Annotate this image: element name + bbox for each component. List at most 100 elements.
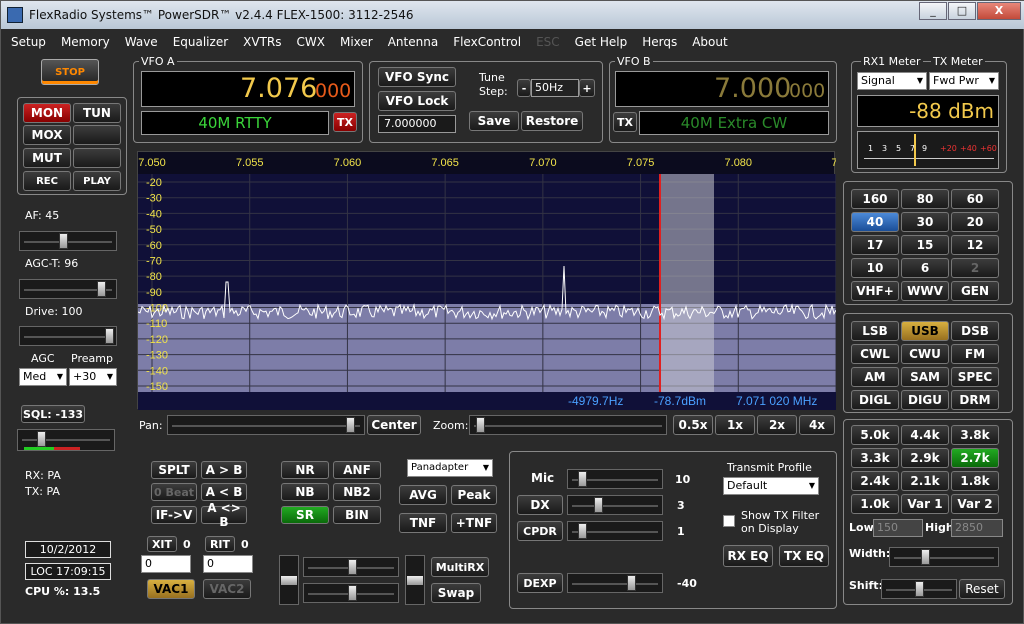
filter-button-var-1[interactable]: Var 1 bbox=[901, 494, 949, 514]
menu-mixer[interactable]: Mixer bbox=[340, 31, 373, 53]
maximize-button[interactable]: □ bbox=[948, 2, 976, 20]
agct-slider[interactable] bbox=[19, 279, 117, 299]
save-button[interactable]: Save bbox=[469, 111, 519, 131]
mic-slider[interactable] bbox=[567, 469, 663, 489]
rit-button[interactable]: RIT bbox=[205, 536, 235, 552]
pan-slider[interactable] bbox=[167, 415, 365, 435]
plus-tnf-button[interactable]: +TNF bbox=[451, 513, 497, 533]
tune-step-value[interactable]: 50Hz bbox=[531, 79, 579, 97]
if-to-v-button[interactable]: IF->V bbox=[151, 506, 197, 524]
menu-about[interactable]: About bbox=[692, 31, 727, 53]
vfo-b-frequency[interactable]: 7.000 000 bbox=[615, 71, 829, 107]
vfo-lock-button[interactable]: VFO Lock bbox=[378, 91, 456, 111]
agct-thumb[interactable] bbox=[96, 281, 106, 297]
center-button[interactable]: Center bbox=[367, 415, 421, 435]
menu-memory[interactable]: Memory bbox=[61, 31, 110, 53]
af-slider[interactable] bbox=[19, 231, 117, 251]
menu-flexcontrol[interactable]: FlexControl bbox=[453, 31, 521, 53]
mode-button-usb[interactable]: USB bbox=[901, 321, 949, 341]
vfo-a-frequency[interactable]: 7.076 000 bbox=[141, 71, 355, 107]
cpdr-button[interactable]: CPDR bbox=[517, 521, 563, 541]
zoom-thumb[interactable] bbox=[475, 417, 485, 433]
dx-slider[interactable] bbox=[567, 495, 663, 515]
filter-button-2-7k[interactable]: 2.7k bbox=[951, 448, 999, 468]
tx-eq-button[interactable]: TX EQ bbox=[779, 545, 829, 567]
band-button-80[interactable]: 80 bbox=[901, 189, 949, 209]
mode-button-dsb[interactable]: DSB bbox=[951, 321, 999, 341]
nb2-button[interactable]: NB2 bbox=[333, 483, 381, 501]
close-button[interactable]: X bbox=[977, 2, 1021, 20]
zoom-0.5x-button[interactable]: 0.5x bbox=[673, 415, 713, 435]
width-slider[interactable] bbox=[889, 547, 999, 567]
sql-thumb[interactable] bbox=[36, 431, 46, 447]
mox-button[interactable]: MOX bbox=[23, 125, 71, 145]
mode-button-cwu[interactable]: CWU bbox=[901, 344, 949, 364]
band-button-vhf-[interactable]: VHF+ bbox=[851, 281, 899, 301]
zero-beat-button[interactable]: 0 Beat bbox=[151, 483, 197, 501]
mode-button-drm[interactable]: DRM bbox=[951, 390, 999, 410]
minimize-button[interactable]: _ bbox=[919, 2, 947, 20]
menu-cwx[interactable]: CWX bbox=[297, 31, 325, 53]
af-thumb[interactable] bbox=[59, 233, 69, 249]
band-button-30[interactable]: 30 bbox=[901, 212, 949, 232]
shift-thumb[interactable] bbox=[914, 581, 924, 597]
filter-button-var-2[interactable]: Var 2 bbox=[951, 494, 999, 514]
restore-button[interactable]: Restore bbox=[521, 111, 583, 131]
menu-setup[interactable]: Setup bbox=[11, 31, 46, 53]
menu-esc[interactable]: ESC bbox=[536, 31, 560, 53]
pan-thumb[interactable] bbox=[345, 417, 355, 433]
split-button[interactable]: SPLT bbox=[151, 461, 197, 479]
vac1-button[interactable]: VAC1 bbox=[147, 579, 195, 599]
mode-button-digl[interactable]: DIGL bbox=[851, 390, 899, 410]
stop-button[interactable]: STOP bbox=[41, 59, 99, 85]
rx-meter-select[interactable]: Signal bbox=[857, 72, 927, 90]
xit-button[interactable]: XIT bbox=[147, 536, 177, 552]
mut-button[interactable]: MUT bbox=[23, 148, 71, 168]
tnf-button[interactable]: TNF bbox=[399, 513, 447, 533]
rx-vertical-slider-2[interactable] bbox=[405, 555, 425, 605]
spectrum-display[interactable]: 7.050 7.055 7.060 7.065 7.070 7.075 7.080 7. -20… bbox=[137, 151, 841, 410]
shift-slider[interactable] bbox=[881, 579, 957, 599]
bin-button[interactable]: BIN bbox=[333, 506, 381, 524]
filter-button-2-9k[interactable]: 2.9k bbox=[901, 448, 949, 468]
peak-button[interactable]: Peak bbox=[451, 485, 497, 505]
avg-button[interactable]: AVG bbox=[399, 485, 447, 505]
vfo-sync-button[interactable]: VFO Sync bbox=[378, 67, 456, 87]
rx2-af-thumb[interactable] bbox=[348, 559, 357, 575]
rx2-pan-thumb[interactable] bbox=[348, 585, 357, 601]
band-button-20[interactable]: 20 bbox=[951, 212, 999, 232]
sql-slider[interactable] bbox=[17, 429, 115, 451]
mode-button-digu[interactable]: DIGU bbox=[901, 390, 949, 410]
band-button-17[interactable]: 17 bbox=[851, 235, 899, 255]
filter-high-input[interactable]: 2850 bbox=[951, 519, 1003, 537]
tx-profile-select[interactable]: Default bbox=[723, 477, 819, 495]
show-tx-filter-checkbox[interactable] bbox=[723, 515, 735, 527]
tx-meter-select[interactable]: Fwd Pwr bbox=[929, 72, 999, 90]
menu-xvtrs[interactable]: XVTRs bbox=[243, 31, 281, 53]
play-button[interactable]: PLAY bbox=[73, 171, 121, 191]
multirx-button[interactable]: MultiRX bbox=[431, 557, 489, 577]
band-button-2[interactable]: 2 bbox=[951, 258, 999, 278]
dexp-thumb[interactable] bbox=[626, 575, 636, 591]
mode-button-am[interactable]: AM bbox=[851, 367, 899, 387]
preamp-select[interactable]: +30 bbox=[69, 368, 117, 386]
band-button-160[interactable]: 160 bbox=[851, 189, 899, 209]
rx2-af-slider[interactable] bbox=[303, 557, 399, 577]
band-button-10[interactable]: 10 bbox=[851, 258, 899, 278]
menu-equalizer[interactable]: Equalizer bbox=[173, 31, 228, 53]
mode-button-lsb[interactable]: LSB bbox=[851, 321, 899, 341]
filter-button-1-8k[interactable]: 1.8k bbox=[951, 471, 999, 491]
a-to-b-button[interactable]: A > B bbox=[201, 461, 247, 479]
rx-vertical-slider-1[interactable] bbox=[279, 555, 299, 605]
nr-button[interactable]: NR bbox=[281, 461, 329, 479]
filter-low-input[interactable]: 150 bbox=[873, 519, 923, 537]
mon-button[interactable]: MON bbox=[23, 103, 71, 123]
band-button-15[interactable]: 15 bbox=[901, 235, 949, 255]
sr-button[interactable]: SR bbox=[281, 506, 329, 524]
width-thumb[interactable] bbox=[920, 549, 930, 565]
rx-eq-button[interactable]: RX EQ bbox=[723, 545, 773, 567]
band-button-6[interactable]: 6 bbox=[901, 258, 949, 278]
menu-wave[interactable]: Wave bbox=[125, 31, 158, 53]
vfo-value-box[interactable]: 7.000000 bbox=[378, 115, 456, 133]
nb-button[interactable]: NB bbox=[281, 483, 329, 501]
